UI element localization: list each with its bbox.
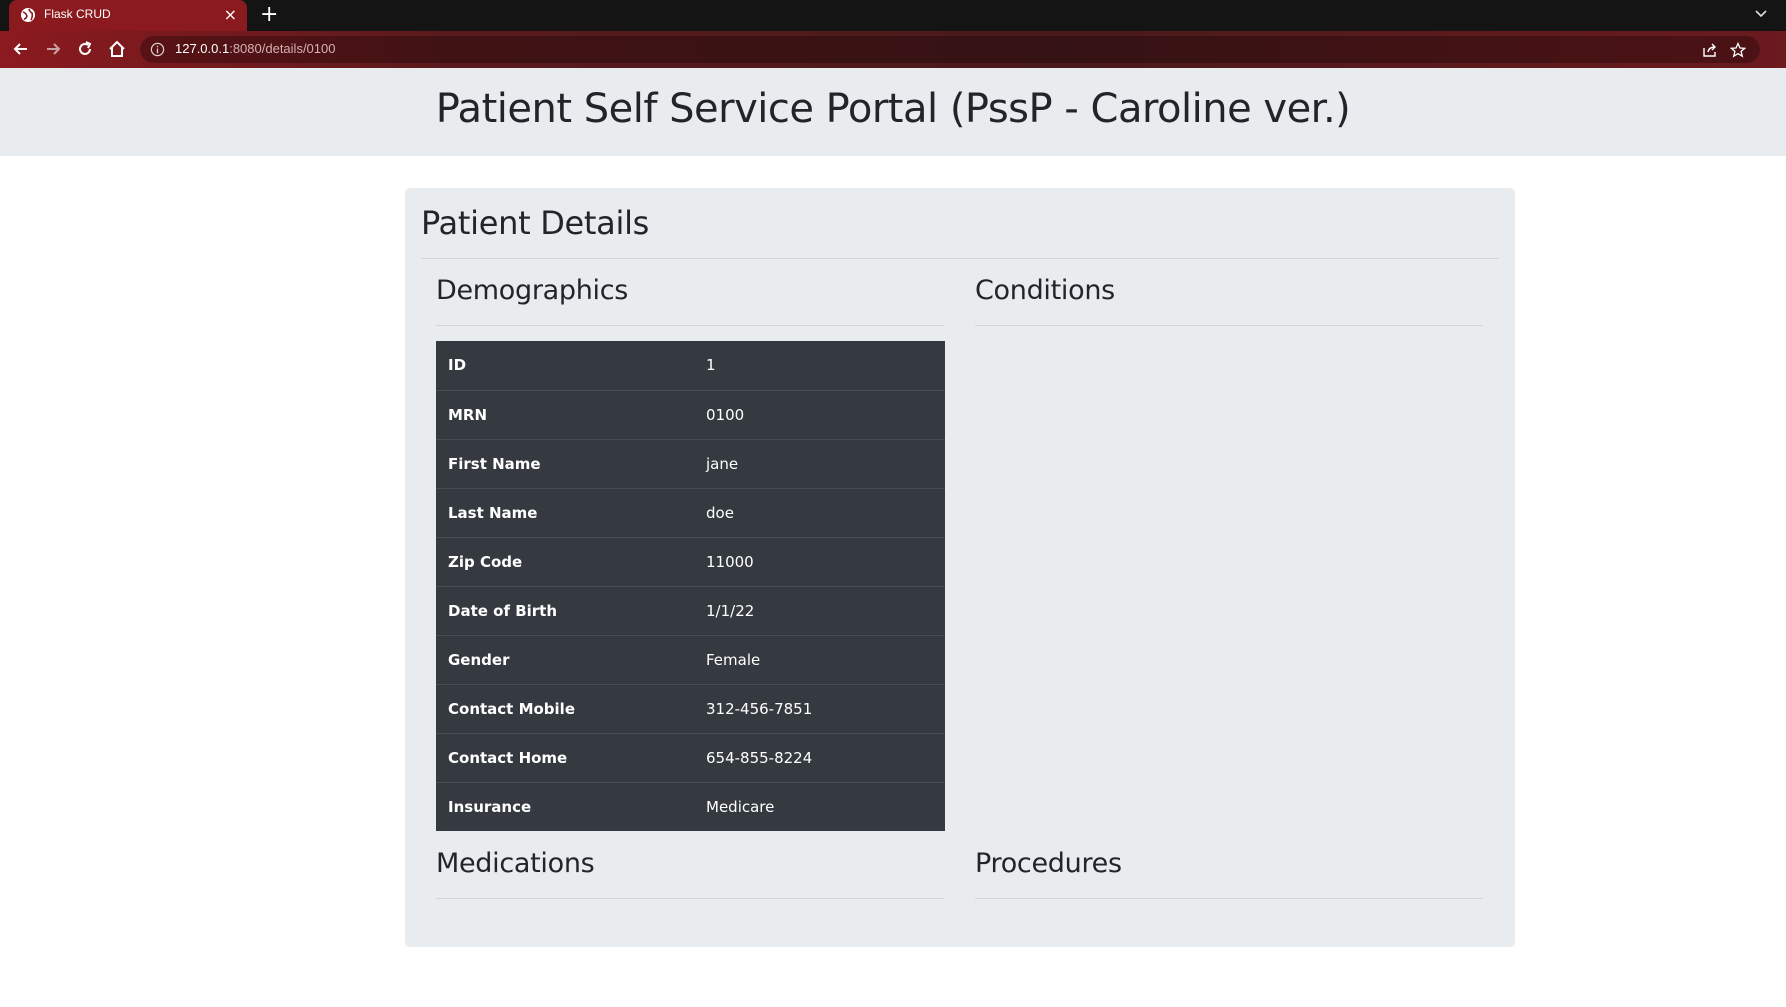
demographics-table: ID 1 MRN 0100 First Name jane Last Name doe … xyxy=(436,341,945,831)
tab-close-icon[interactable]: × xyxy=(224,5,237,25)
table-row: Contact Mobile 312-456-7851 xyxy=(436,684,945,733)
row-value: 654-855-8224 xyxy=(706,748,813,767)
divider xyxy=(436,325,944,326)
medications-heading: Medications xyxy=(436,848,595,879)
row-label: Gender xyxy=(448,650,510,669)
table-row: MRN 0100 xyxy=(436,390,945,439)
address-bar[interactable]: 127.0.0.1:8080/details/0100 xyxy=(140,36,1760,63)
table-row: Zip Code 11000 xyxy=(436,537,945,586)
share-icon[interactable] xyxy=(1702,42,1718,58)
table-row: Insurance Medicare xyxy=(436,782,945,831)
browser-tab-bar: Flask CRUD × + xyxy=(0,0,1786,31)
table-row: Gender Female xyxy=(436,635,945,684)
table-row: ID 1 xyxy=(436,341,945,390)
table-row: Date of Birth 1/1/22 xyxy=(436,586,945,635)
row-label: Contact Home xyxy=(448,748,568,767)
procedures-heading: Procedures xyxy=(975,848,1122,879)
row-label: Zip Code xyxy=(448,552,523,571)
divider xyxy=(421,258,1499,259)
table-row: First Name jane xyxy=(436,439,945,488)
page-title: Patient Self Service Portal (PssP - Caro… xyxy=(435,86,1351,132)
row-value: Medicare xyxy=(706,797,775,816)
tab-title: Flask CRUD xyxy=(44,7,111,21)
new-tab-icon[interactable]: + xyxy=(260,2,278,28)
divider xyxy=(975,325,1483,326)
reload-icon[interactable] xyxy=(75,39,95,59)
row-value: 0100 xyxy=(706,405,745,424)
url-text[interactable]: 127.0.0.1:8080/details/0100 xyxy=(175,41,335,56)
row-label: First Name xyxy=(448,454,541,473)
page-header: Patient Self Service Portal (PssP - Caro… xyxy=(0,68,1786,156)
row-value: 1 xyxy=(706,356,716,375)
patient-details-card: Patient Details Demographics Conditions … xyxy=(405,188,1515,947)
card-title: Patient Details xyxy=(421,204,650,242)
row-value: 1/1/22 xyxy=(706,601,755,620)
globe-icon xyxy=(21,8,35,22)
browser-tab[interactable]: Flask CRUD × xyxy=(9,0,247,31)
row-value: jane xyxy=(706,454,739,473)
url-path: :8080/details/0100 xyxy=(229,41,336,56)
home-icon[interactable] xyxy=(107,39,127,59)
url-host: 127.0.0.1 xyxy=(175,41,230,56)
row-label: Insurance xyxy=(448,797,532,816)
row-value: 312-456-7851 xyxy=(706,699,813,718)
info-icon[interactable] xyxy=(150,42,165,57)
row-label: Last Name xyxy=(448,503,538,522)
conditions-heading: Conditions xyxy=(975,275,1115,306)
row-value: doe xyxy=(706,503,734,522)
back-arrow-icon[interactable] xyxy=(11,39,31,59)
row-label: MRN xyxy=(448,405,488,424)
bookmark-star-icon[interactable] xyxy=(1730,42,1746,58)
demographics-heading: Demographics xyxy=(436,275,629,306)
forward-arrow-icon[interactable] xyxy=(43,39,63,59)
table-row: Last Name doe xyxy=(436,488,945,537)
divider xyxy=(436,898,944,899)
row-value: Female xyxy=(706,650,761,669)
chevron-down-icon[interactable] xyxy=(1752,4,1770,22)
row-label: Date of Birth xyxy=(448,601,558,620)
browser-toolbar: 127.0.0.1:8080/details/0100 xyxy=(0,31,1786,68)
row-value: 11000 xyxy=(706,552,754,571)
row-label: Contact Mobile xyxy=(448,699,575,718)
table-row: Contact Home 654-855-8224 xyxy=(436,733,945,782)
row-label: ID xyxy=(448,356,467,375)
divider xyxy=(975,898,1483,899)
